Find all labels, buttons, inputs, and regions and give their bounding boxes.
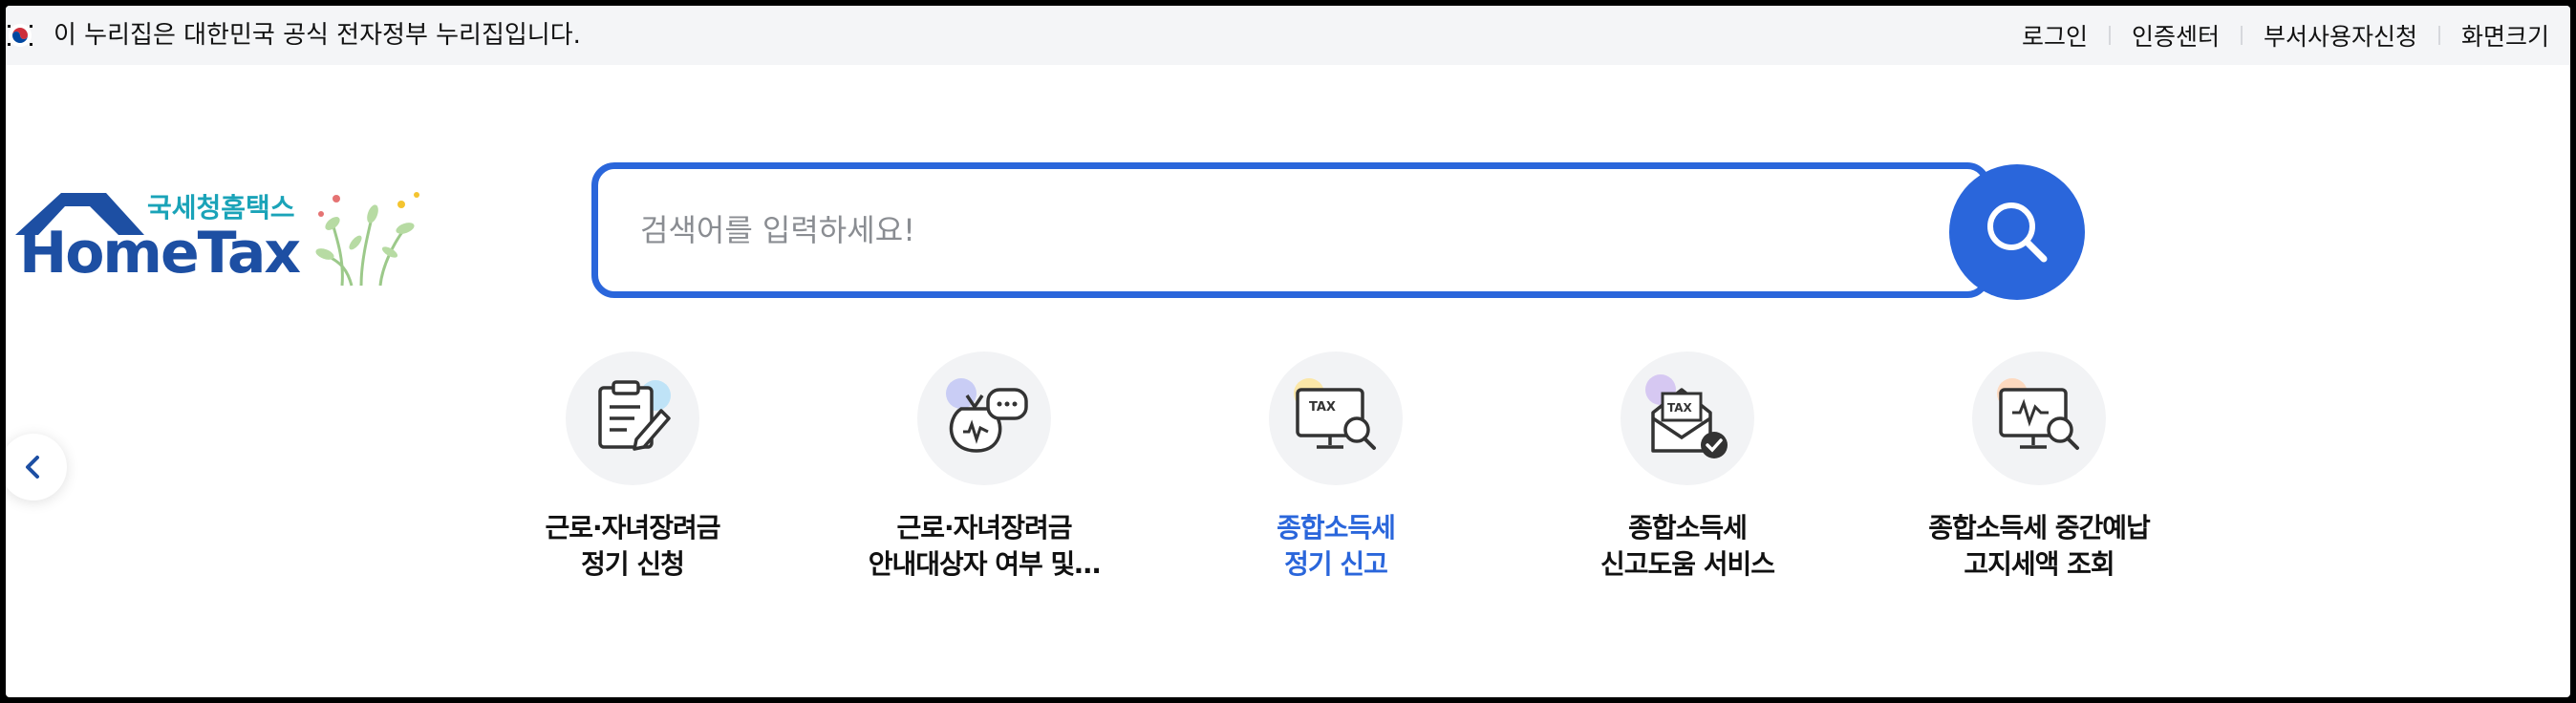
gov-notice-bar: 이 누리집은 대한민국 공식 전자정부 누리집입니다. 로그인 인증센터 부서사… [6, 6, 2570, 65]
certificate-center-link[interactable]: 인증센터 [2111, 18, 2241, 53]
quick-menu-item[interactable]: 근로·자녀장려금 안내대상자 여부 및… [822, 352, 1147, 583]
search-box [591, 162, 1990, 298]
quick-menu-item[interactable]: TAX 종합소득세 정기 신고 [1173, 352, 1498, 583]
quick-menu-label: 종합소득세 신고도움 서비스 [1599, 512, 1775, 580]
logo-title: HomeTax [19, 220, 301, 287]
clipboard-pen-icon [566, 352, 699, 485]
tax-envelope-check-icon: TAX [1621, 352, 1754, 485]
quick-menu-label: 종합소득세 정기 신고 [1277, 512, 1396, 580]
login-link[interactable]: 로그인 [2001, 18, 2109, 53]
page-frame: 이 누리집은 대한민국 공식 전자정부 누리집입니다. 로그인 인증센터 부서사… [6, 6, 2570, 697]
quick-menu-item[interactable]: 근로·자녀장려금 정기 신청 [470, 352, 795, 583]
search-button[interactable] [1949, 164, 2085, 300]
hometax-logo[interactable]: 국세청홈택스 HomeTax [6, 174, 436, 298]
svg-text:TAX: TAX [1667, 401, 1693, 415]
tax-monitor-search-icon: TAX [1269, 352, 1403, 485]
utility-menu: 로그인 인증센터 부서사용자신청 화면크기 [2001, 6, 2570, 65]
quick-menu-label: 근로·자녀장려금 정기 신청 [545, 512, 721, 580]
svg-text:TAX: TAX [1309, 400, 1336, 415]
search-input[interactable] [640, 169, 1882, 291]
quick-menu-item[interactable]: 종합소득세 중간예납 고지세액 조회 [1877, 352, 2201, 583]
plant-decoration-icon [315, 192, 419, 287]
chevron-left-icon [26, 456, 39, 479]
department-user-signup-link[interactable]: 부서사용자신청 [2243, 18, 2438, 53]
quick-menu-item[interactable]: TAX 종합소득세 신고도움 서비스 [1525, 352, 1850, 583]
quick-menu-label: 종합소득세 중간예납 고지세액 조회 [1928, 512, 2151, 580]
gov-notice-text: 이 누리집은 대한민국 공식 전자정부 누리집입니다. [54, 21, 581, 50]
quick-menu-label: 근로·자녀장려금 안내대상자 여부 및… [868, 512, 1102, 580]
screen-size-link[interactable]: 화면크기 [2440, 18, 2570, 53]
money-bag-chat-icon [917, 352, 1051, 485]
korea-flag-icon [8, 24, 32, 47]
won-monitor-search-icon [1972, 352, 2106, 485]
carousel-prev-button[interactable] [6, 434, 67, 501]
search-icon [1987, 202, 2048, 263]
